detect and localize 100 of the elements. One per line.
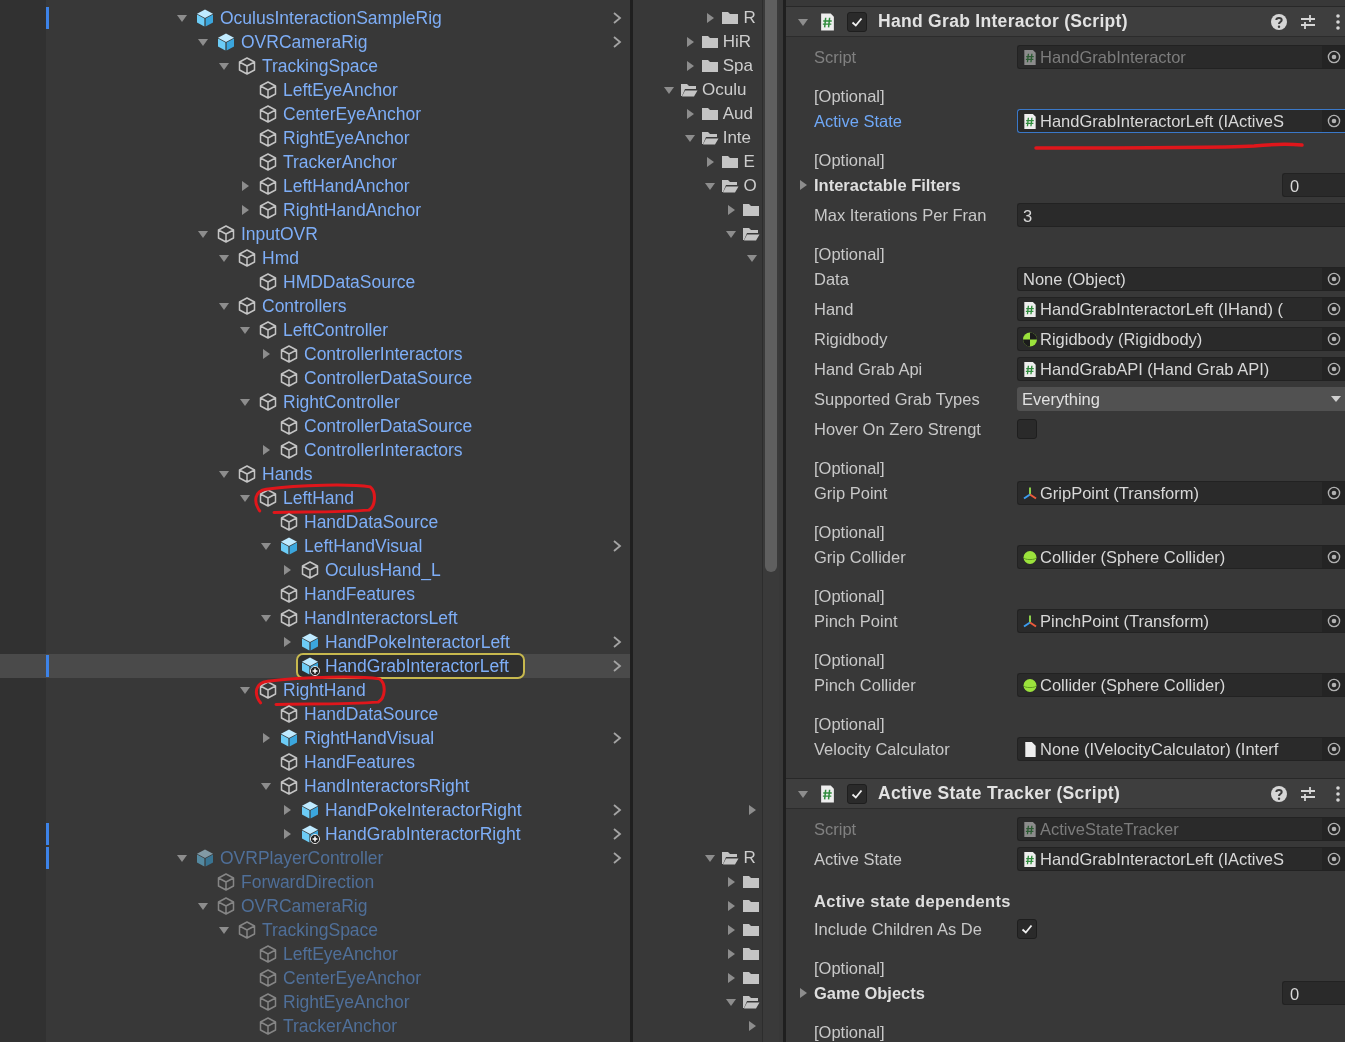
object-picker-button[interactable]: [1322, 738, 1345, 760]
object-field[interactable]: None (IVelocityCalculator) (Interf: [1017, 737, 1345, 761]
prefab-cube-icon: [216, 32, 236, 52]
tree-item[interactable]: Hands: [0, 462, 630, 486]
tree-item[interactable]: RightHandAnchor: [0, 198, 630, 222]
object-field[interactable]: Rigidbody (Rigidbody): [1017, 327, 1345, 351]
object-picker-button[interactable]: [1322, 610, 1345, 632]
object-field[interactable]: PinchPoint (Transform): [1017, 609, 1345, 633]
tree-item[interactable]: HandInteractorsRight: [0, 774, 630, 798]
object-picker-button[interactable]: [1322, 328, 1345, 350]
tree-item[interactable]: LeftController: [0, 318, 630, 342]
tree-item[interactable]: OVRCameraRig: [0, 30, 630, 54]
folder-name: Oculu: [702, 80, 747, 100]
chevron-icon[interactable]: [612, 827, 622, 841]
item-name: HandGrabInteractorLeft: [325, 655, 509, 677]
tree-item[interactable]: LeftEyeAnchor: [0, 78, 630, 102]
tree-item[interactable]: TrackerAnchor: [0, 150, 630, 174]
tree-item[interactable]: CenterEyeAnchor: [0, 102, 630, 126]
property-label: Include Children As De: [814, 919, 983, 939]
tree-item[interactable]: HandPokeInteractorRight: [0, 798, 630, 822]
object-field[interactable]: Collider (Sphere Collider): [1017, 673, 1345, 697]
object-field[interactable]: HandGrabInteractorLeft (IHand) (: [1017, 297, 1345, 321]
tree-item[interactable]: LeftHand: [0, 486, 630, 510]
cube-icon: [279, 416, 299, 436]
component-header[interactable]: Hand Grab Interactor (Script): [786, 6, 1345, 37]
chevron-icon[interactable]: [612, 635, 622, 649]
tree-item[interactable]: HandDataSource: [0, 510, 630, 534]
tree-item[interactable]: OculusInteractionSampleRig: [0, 6, 630, 30]
tree-item[interactable]: ControllerDataSource: [0, 414, 630, 438]
tree-item[interactable]: HandGrabInteractorLeft: [0, 654, 630, 678]
dropdown[interactable]: Everything: [1017, 387, 1345, 411]
chevron-icon[interactable]: [612, 851, 622, 865]
object-field[interactable]: None (Object): [1017, 267, 1345, 291]
folder-name: Aud: [722, 104, 753, 124]
sliders-icon[interactable]: [1299, 784, 1317, 803]
object-picker-button[interactable]: [1322, 546, 1345, 568]
object-field[interactable]: HandGrabAPI (Hand Grab API): [1017, 357, 1345, 381]
object-field[interactable]: Collider (Sphere Collider): [1017, 545, 1345, 569]
chevron-icon[interactable]: [612, 731, 622, 745]
object-picker-button[interactable]: [1322, 110, 1345, 132]
sliders-icon[interactable]: [1299, 12, 1317, 31]
more-icon[interactable]: [1335, 12, 1341, 31]
tree-item[interactable]: RightController: [0, 390, 630, 414]
scrollbar-thumb[interactable]: [765, 0, 777, 572]
chevron-icon[interactable]: [612, 35, 622, 49]
foldout-label[interactable]: Game Objects: [814, 983, 925, 1003]
tree-item[interactable]: HandFeatures: [0, 582, 630, 606]
enable-checkbox[interactable]: [847, 11, 867, 32]
field-value: PinchPoint (Transform): [1040, 611, 1211, 631]
chevron-icon[interactable]: [612, 11, 622, 25]
enable-checkbox[interactable]: [847, 783, 867, 804]
prefab-cube-icon: [279, 728, 299, 748]
item-name: RightEyeAnchor: [283, 127, 410, 149]
number-field[interactable]: 3: [1017, 203, 1345, 227]
object-picker-button[interactable]: [1322, 848, 1345, 870]
item-name: Hands: [262, 463, 313, 485]
tree-item[interactable]: LeftHandAnchor: [0, 174, 630, 198]
item-name: HandFeatures: [304, 751, 415, 773]
tree-item[interactable]: RightHandVisual: [0, 726, 630, 750]
tree-item[interactable]: HandDataSource: [0, 702, 630, 726]
object-field[interactable]: GripPoint (Transform): [1017, 481, 1345, 505]
foldout-label[interactable]: Interactable Filters: [814, 175, 961, 195]
object-picker-button[interactable]: [1322, 298, 1345, 320]
object-field[interactable]: HandGrabInteractorLeft (IActiveS: [1017, 847, 1345, 871]
tree-item[interactable]: ControllerInteractors: [0, 438, 630, 462]
object-picker-button[interactable]: [1322, 482, 1345, 504]
tree-item[interactable]: LeftHandVisual: [0, 534, 630, 558]
item-name: OculusHand_L: [325, 559, 441, 581]
tree-item[interactable]: Hmd: [0, 246, 630, 270]
object-picker-button[interactable]: [1322, 674, 1345, 696]
tree-item[interactable]: RightHand: [0, 678, 630, 702]
tree-item[interactable]: HMDDataSource: [0, 270, 630, 294]
help-icon[interactable]: [1270, 12, 1288, 31]
array-size-field[interactable]: 0: [1282, 981, 1345, 1005]
field-value: None (Object): [1023, 269, 1127, 289]
chevron-icon[interactable]: [612, 659, 622, 673]
tree-item[interactable]: HandInteractorsLeft: [0, 606, 630, 630]
tree-item[interactable]: ControllerDataSource: [0, 366, 630, 390]
more-icon[interactable]: [1335, 784, 1341, 803]
tree-item[interactable]: InputOVR: [0, 222, 630, 246]
checkbox[interactable]: [1017, 419, 1037, 439]
chevron-icon[interactable]: [612, 539, 622, 553]
tree-item[interactable]: OculusHand_L: [0, 558, 630, 582]
checkbox[interactable]: [1017, 919, 1037, 939]
tree-item[interactable]: RightEyeAnchor: [0, 126, 630, 150]
object-picker-button[interactable]: [1322, 358, 1345, 380]
chevron-icon[interactable]: [612, 803, 622, 817]
tree-item[interactable]: HandPokeInteractorLeft: [0, 630, 630, 654]
tree-item[interactable]: ControllerInteractors: [0, 342, 630, 366]
help-icon[interactable]: [1270, 784, 1288, 803]
tree-item[interactable]: Controllers: [0, 294, 630, 318]
object-picker-button[interactable]: [1322, 268, 1345, 290]
tree-item[interactable]: HandFeatures: [0, 750, 630, 774]
property-label: Velocity Calculator: [814, 739, 951, 759]
property-label: Active State: [814, 849, 904, 869]
scrollbar[interactable]: [762, 0, 779, 1042]
array-size-field[interactable]: 0: [1282, 173, 1345, 197]
component-header[interactable]: Active State Tracker (Script): [786, 778, 1345, 809]
tree-item[interactable]: HandGrabInteractorRight: [0, 822, 630, 846]
tree-item[interactable]: TrackingSpace: [0, 54, 630, 78]
